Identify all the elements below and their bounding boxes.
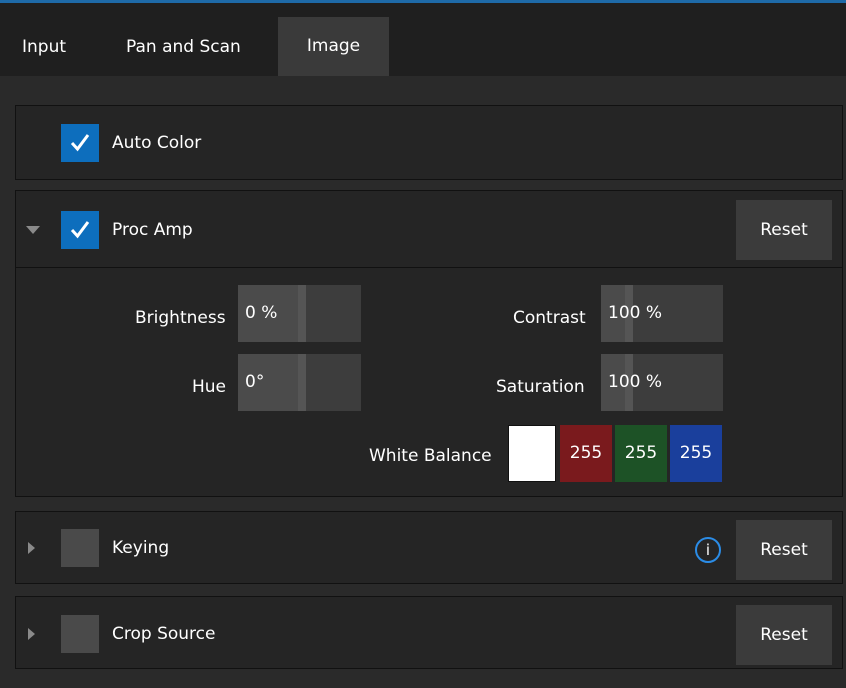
white-balance-green[interactable]: 255	[615, 425, 667, 482]
white-balance-label: White Balance	[369, 446, 492, 466]
hue-slider[interactable]: 0°	[238, 354, 361, 411]
hue-handle[interactable]	[298, 354, 306, 411]
proc-amp-label: Proc Amp	[112, 220, 193, 240]
tab-bar: Input Pan and Scan Image	[0, 3, 846, 76]
saturation-slider[interactable]: 100 %	[601, 354, 723, 411]
hue-label: Hue	[192, 377, 227, 397]
info-icon[interactable]: i	[695, 537, 721, 563]
expand-triangle-icon[interactable]	[28, 628, 35, 640]
brightness-slider[interactable]: 0 %	[238, 285, 361, 342]
white-balance-blue[interactable]: 255	[670, 425, 722, 482]
brightness-handle[interactable]	[298, 285, 306, 342]
crop-source-checkbox[interactable]	[61, 615, 99, 653]
tab-input[interactable]: Input	[22, 31, 66, 63]
collapse-triangle-icon[interactable]	[26, 226, 40, 234]
crop-source-label: Crop Source	[112, 624, 216, 644]
proc-amp-checkbox[interactable]	[61, 211, 99, 249]
saturation-label: Saturation	[496, 377, 585, 397]
checkmark-icon	[70, 134, 90, 152]
expand-triangle-icon[interactable]	[28, 542, 35, 554]
checkmark-icon	[70, 221, 90, 239]
contrast-slider[interactable]: 100 %	[601, 285, 723, 342]
white-balance-red[interactable]: 255	[560, 425, 612, 482]
auto-color-label: Auto Color	[112, 133, 202, 153]
proc-amp-divider	[15, 267, 843, 268]
contrast-label: Contrast	[513, 308, 586, 328]
proc-amp-reset-button[interactable]: Reset	[736, 200, 832, 260]
keying-reset-button[interactable]: Reset	[736, 520, 832, 580]
keying-label: Keying	[112, 538, 170, 558]
hue-value: 0°	[245, 372, 265, 392]
brightness-label: Brightness	[135, 308, 226, 328]
crop-source-reset-button[interactable]: Reset	[736, 605, 832, 665]
keying-checkbox[interactable]	[61, 529, 99, 567]
contrast-value: 100 %	[608, 303, 663, 323]
brightness-value: 0 %	[245, 303, 278, 323]
saturation-value: 100 %	[608, 372, 663, 392]
tab-pan-and-scan[interactable]: Pan and Scan	[126, 31, 241, 63]
auto-color-checkbox[interactable]	[61, 124, 99, 162]
tab-image[interactable]: Image	[278, 17, 389, 76]
white-balance-swatch[interactable]	[508, 425, 556, 482]
